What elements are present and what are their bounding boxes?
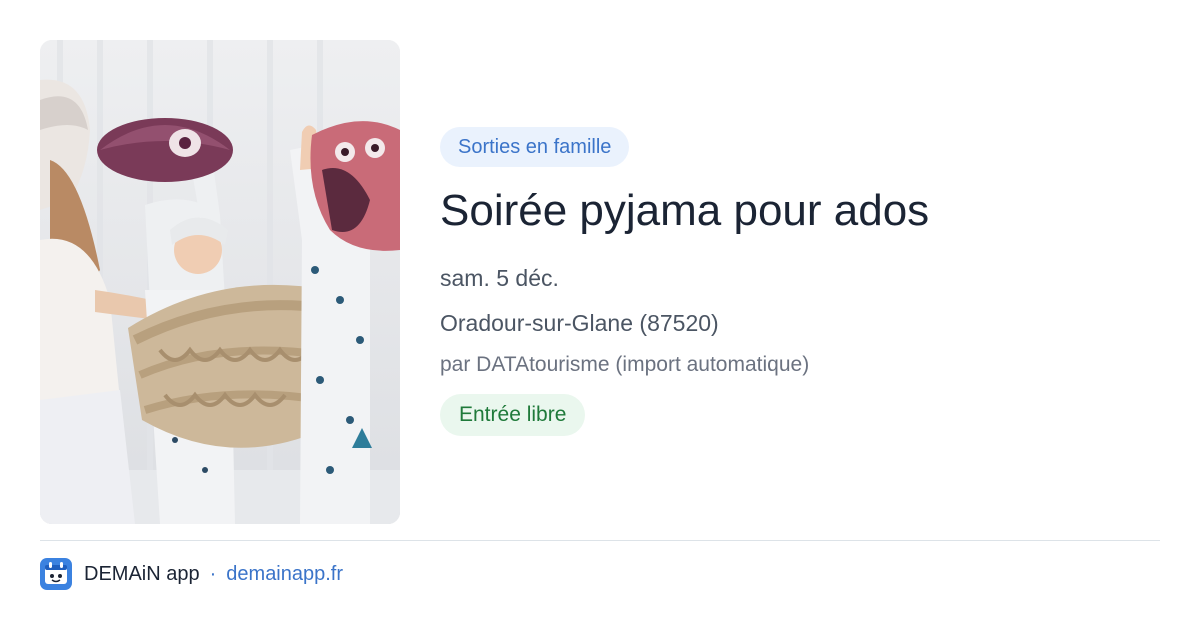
event-location: Oradour-sur-Glane (87520) [440, 310, 719, 336]
footer: DEMAiN app · demainapp.fr [40, 557, 343, 591]
price-badge: Entrée libre [440, 394, 586, 436]
footer-divider [40, 540, 1160, 541]
app-name: DEMAiN app [84, 562, 200, 585]
site-link[interactable]: demainapp.fr [226, 563, 343, 586]
event-photo [40, 40, 400, 524]
event-date: sam. 5 déc. [440, 265, 559, 291]
category-chip[interactable]: Sorties en famille [440, 127, 630, 167]
event-source: par DATAtourisme (import automatique) [440, 353, 810, 376]
app-logo-icon [40, 558, 72, 590]
event-photo-illustration [40, 40, 400, 524]
footer-separator: · [209, 562, 217, 585]
event-title: Soirée pyjama pour ados [440, 186, 930, 235]
